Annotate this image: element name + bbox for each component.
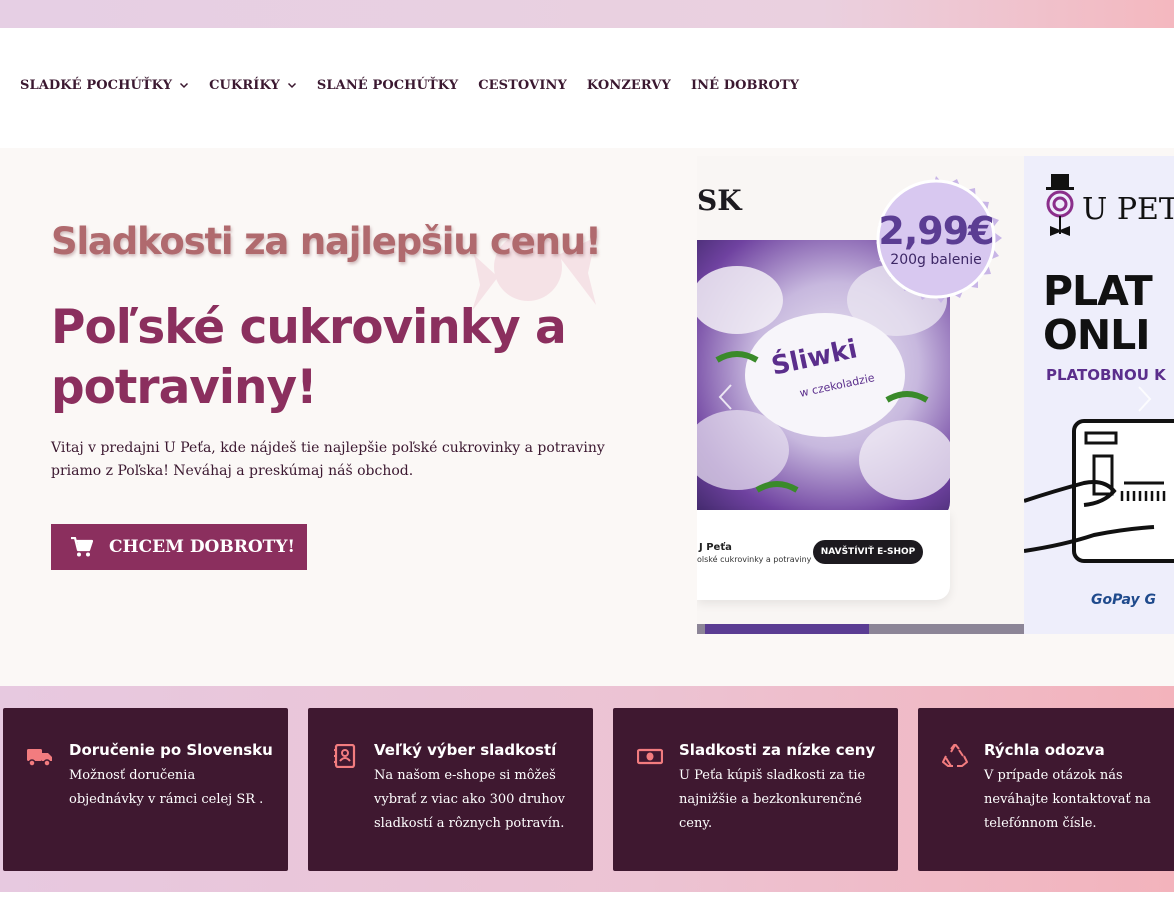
feature-title: Rýchla odozva (984, 741, 1105, 759)
nav-item-cukriky[interactable]: CUKRÍKY (209, 78, 297, 93)
promo-card: J Peťa olské cukrovinky a potraviny NAVŠ… (697, 510, 950, 600)
feature-card-delivery: Doručenie po Slovensku Možnosť doručenia… (3, 708, 288, 871)
nav-item-label: SLADKÉ POCHÚŤKY (20, 77, 173, 93)
feature-text: Na našom e-shope si môžeš vybrať z viac … (374, 768, 565, 831)
slide2-subline: PLATOBNOU K (1046, 366, 1166, 384)
feature-title: Veľký výber sladkostí (374, 741, 557, 759)
catalog-icon (334, 744, 356, 768)
price-badge-subtitle: 200g balenie (890, 252, 982, 268)
slide-brand-text: SK (697, 184, 742, 217)
feature-card-response: Rýchla odozva V prípade otázok nás neváh… (918, 708, 1174, 871)
promo-card-title: J Peťa (699, 542, 732, 553)
slide2-headline-line1: PLAT (1043, 267, 1153, 315)
slide-online-payment-promo[interactable]: U PETA PLAT ONLI PLATOBNOU K GoPay G (1024, 156, 1174, 634)
nav-item-label: SLANÉ POCHÚŤKY (316, 77, 459, 93)
top-hat-logo-icon (1046, 174, 1074, 236)
slider-next-arrow-icon[interactable] (1133, 384, 1155, 414)
hero-tagline: Sladkosti za najlepšiu cenu! (51, 220, 602, 263)
price-badge-value: 2,99€ (878, 209, 994, 253)
hero-headline: Poľské cukrovinky a potraviny! (51, 300, 567, 415)
recycle-icon (942, 744, 968, 767)
slide2-headline-line2: ONLI (1043, 311, 1151, 359)
nav-item-sladke-pochutky[interactable]: SLADKÉ POCHÚŤKY (20, 78, 189, 93)
nav-item-ine-dobroty[interactable]: INÉ DOBROTY (691, 78, 799, 93)
feature-card-prices: Sladkosti za nízke ceny U Peťa kúpiš sla… (613, 708, 898, 871)
image-slider[interactable]: SK Śliwki w czekoladzie J Peťa olské cuk… (697, 156, 1174, 634)
chcem-dobroty-button[interactable]: CHCEM DOBROTY! (51, 524, 307, 570)
slider-progress-fill (705, 624, 869, 634)
nav-item-konzervy[interactable]: KONZERVY (587, 78, 671, 93)
nav-item-label: CESTOVINY (478, 77, 567, 93)
feature-text: U Peťa kúpiš sladkosti za tie najnižšie … (679, 768, 866, 831)
feature-card-selection: Veľký výber sladkostí Na našom e-shope s… (308, 708, 593, 871)
nav-item-slane-pochutky[interactable]: SLANÉ POCHÚŤKY (317, 78, 458, 93)
cta-label: CHCEM DOBROTY! (109, 537, 295, 557)
feature-title: Sladkosti za nízke ceny (679, 741, 876, 759)
nav-item-label: KONZERVY (586, 77, 671, 93)
gopay-logo: GoPay G (1091, 592, 1156, 608)
feature-title: Doručenie po Slovensku (69, 741, 273, 759)
chevron-down-icon (180, 82, 189, 89)
slide-sliwki-promo[interactable]: SK Śliwki w czekoladzie J Peťa olské cuk… (697, 156, 1024, 634)
top-gradient-bar (0, 0, 1174, 28)
hero-intro-text: Vitaj v predajni U Peťa, kde nájdeš tie … (51, 440, 605, 479)
feature-text: Možnosť doručenia objednávky v rámci cel… (69, 768, 264, 807)
slide2-logo-text: U PETA (1082, 192, 1174, 227)
nav-item-label: CUKRÍKY (209, 77, 280, 93)
card-terminal-icon (1024, 419, 1174, 563)
main-navigation: SLADKÉ POCHÚŤKY CUKRÍKY SLANÉ POCHÚŤKY C… (20, 74, 819, 96)
slider-prev-arrow-icon[interactable] (715, 382, 737, 412)
promo-card-subtitle: olské cukrovinky a potraviny (697, 555, 812, 564)
slide2-headline: PLAT ONLI (1043, 267, 1153, 359)
cart-icon (71, 537, 93, 557)
nav-item-label: INÉ DOBROTY (690, 77, 800, 93)
navstivit-eshop-button[interactable]: NAVŠTÍVIŤ E-SHOP (813, 540, 923, 564)
features-band: Doručenie po Slovensku Možnosť doručenia… (0, 686, 1174, 892)
truck-icon (27, 749, 52, 767)
chevron-down-icon (287, 82, 296, 89)
nav-item-cestoviny[interactable]: CESTOVINY (478, 78, 567, 93)
money-icon (637, 748, 663, 765)
feature-text: V prípade otázok nás neváhajte kontaktov… (984, 768, 1151, 831)
